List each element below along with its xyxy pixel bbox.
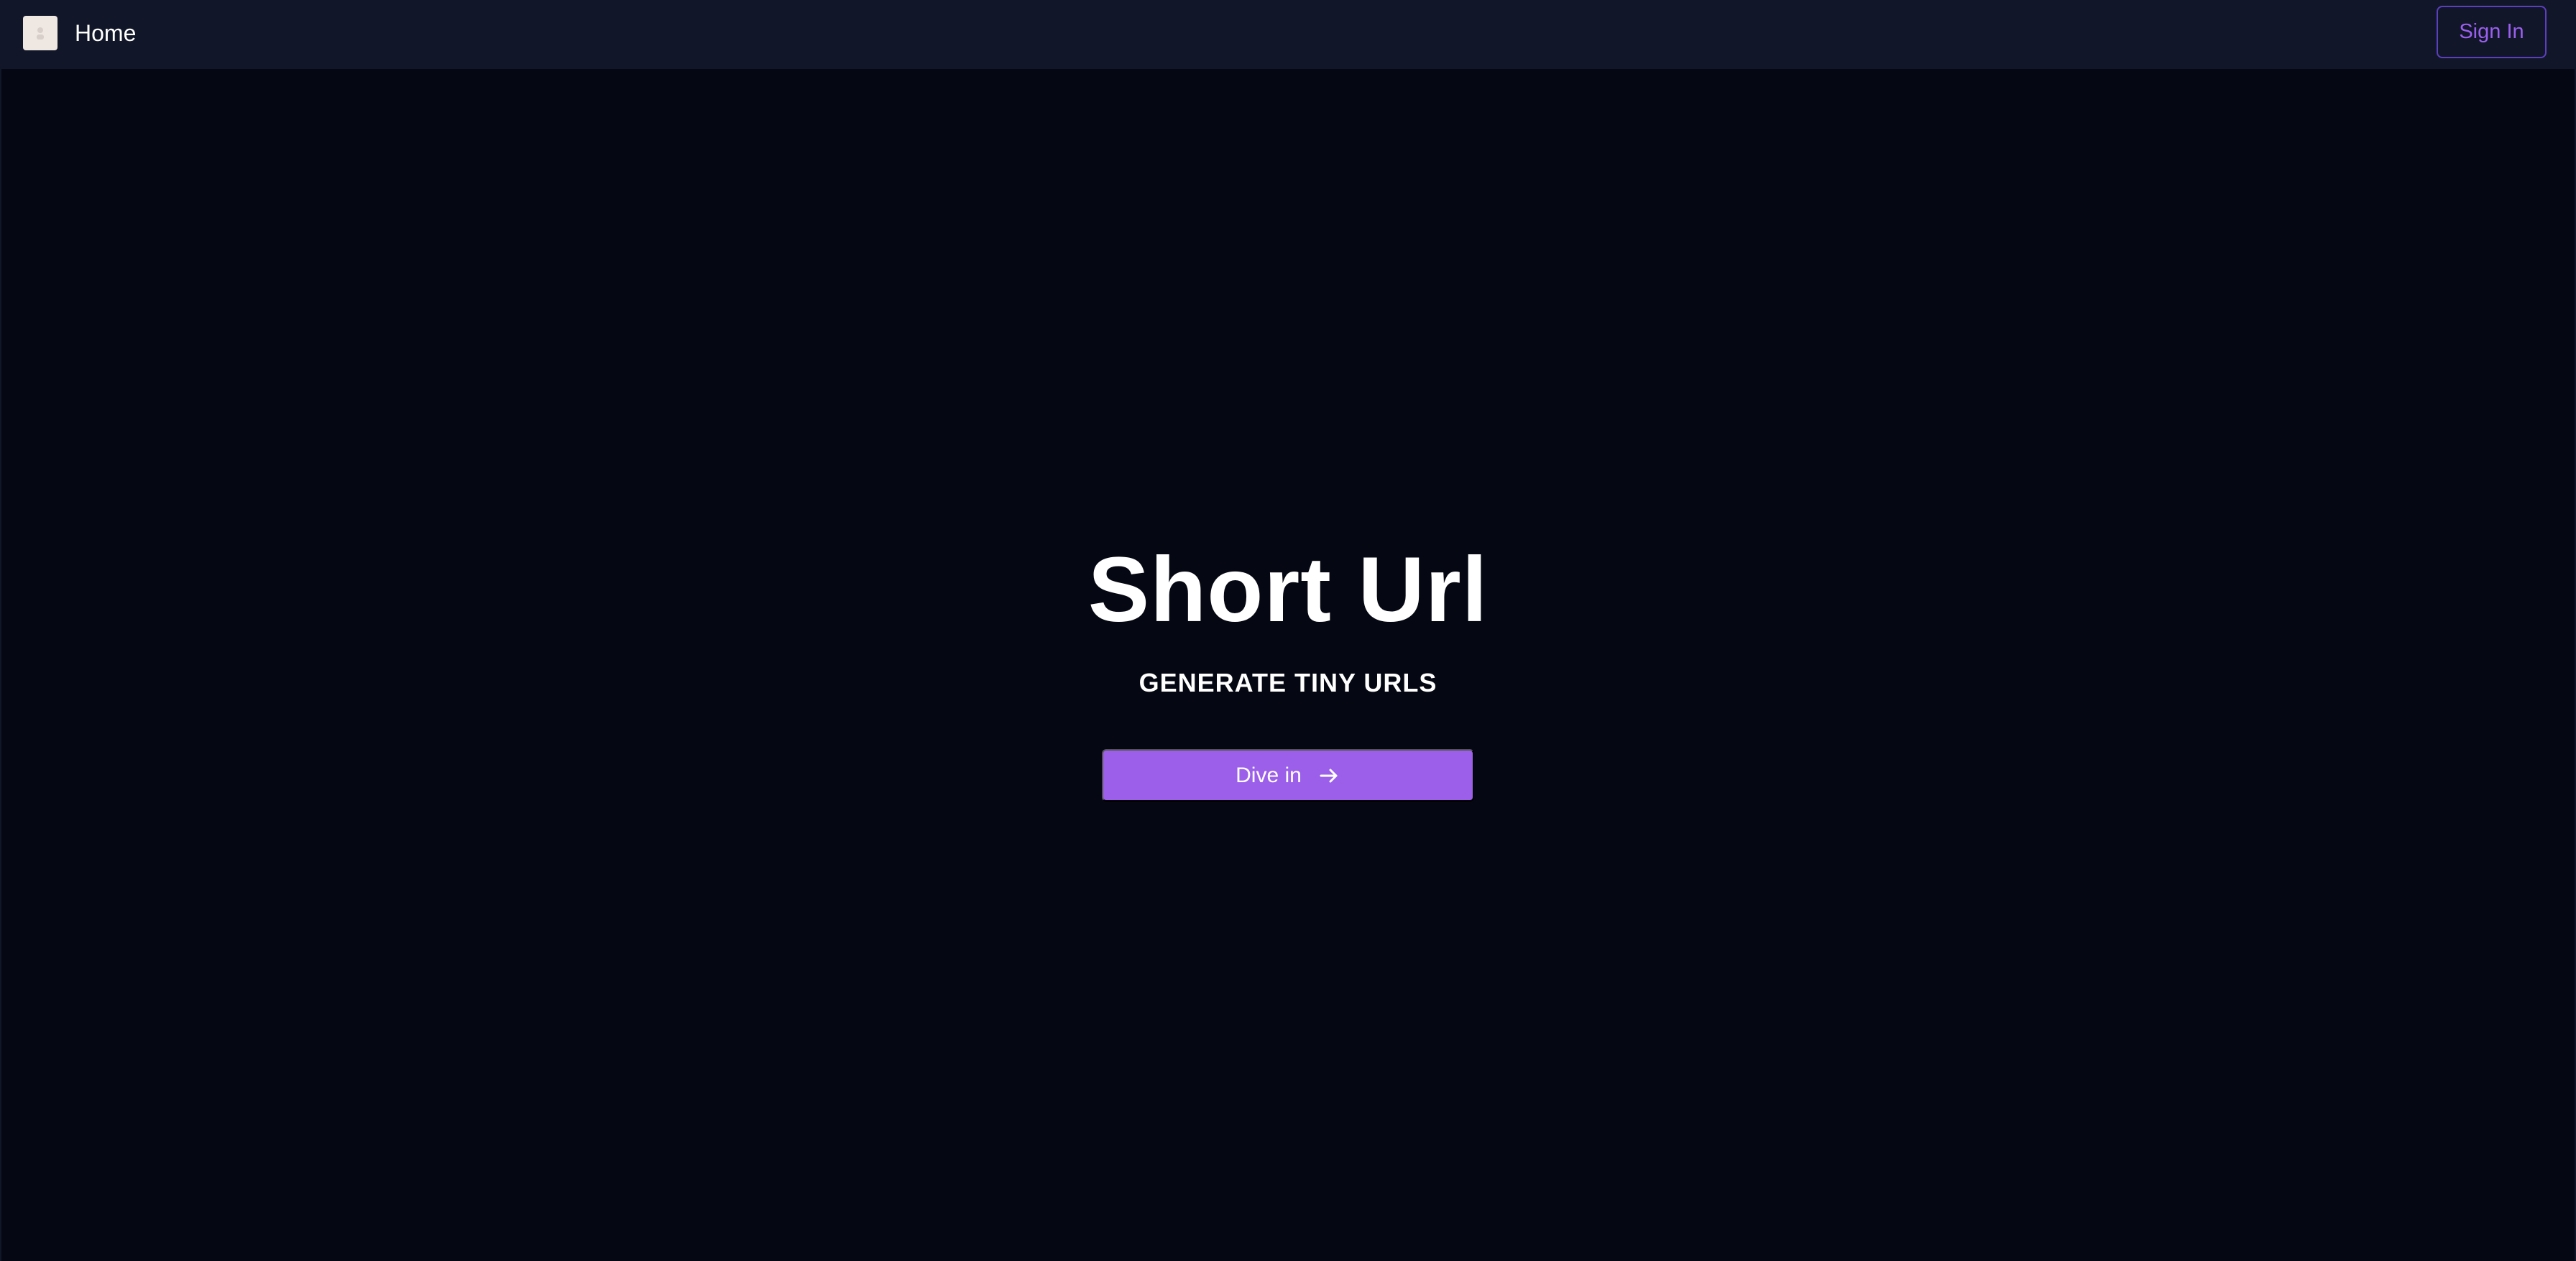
dive-in-label: Dive in (1236, 763, 1302, 787)
home-label: Home (75, 20, 137, 46)
arrow-right-icon (1317, 764, 1340, 787)
hero-subtitle: GENERATE TINY URLS (1138, 668, 1438, 697)
hero-title: Short Url (1087, 538, 1489, 641)
home-link[interactable]: Home (23, 14, 136, 52)
top-navbar: Home Sign In (0, 0, 2576, 69)
dive-in-button[interactable]: Dive in (1102, 749, 1474, 802)
landing-page: Home Sign In Short Url GENERATE TINY URL… (0, 0, 2576, 1261)
app-logo-icon (23, 16, 58, 50)
sign-in-button[interactable]: Sign In (2437, 6, 2547, 58)
